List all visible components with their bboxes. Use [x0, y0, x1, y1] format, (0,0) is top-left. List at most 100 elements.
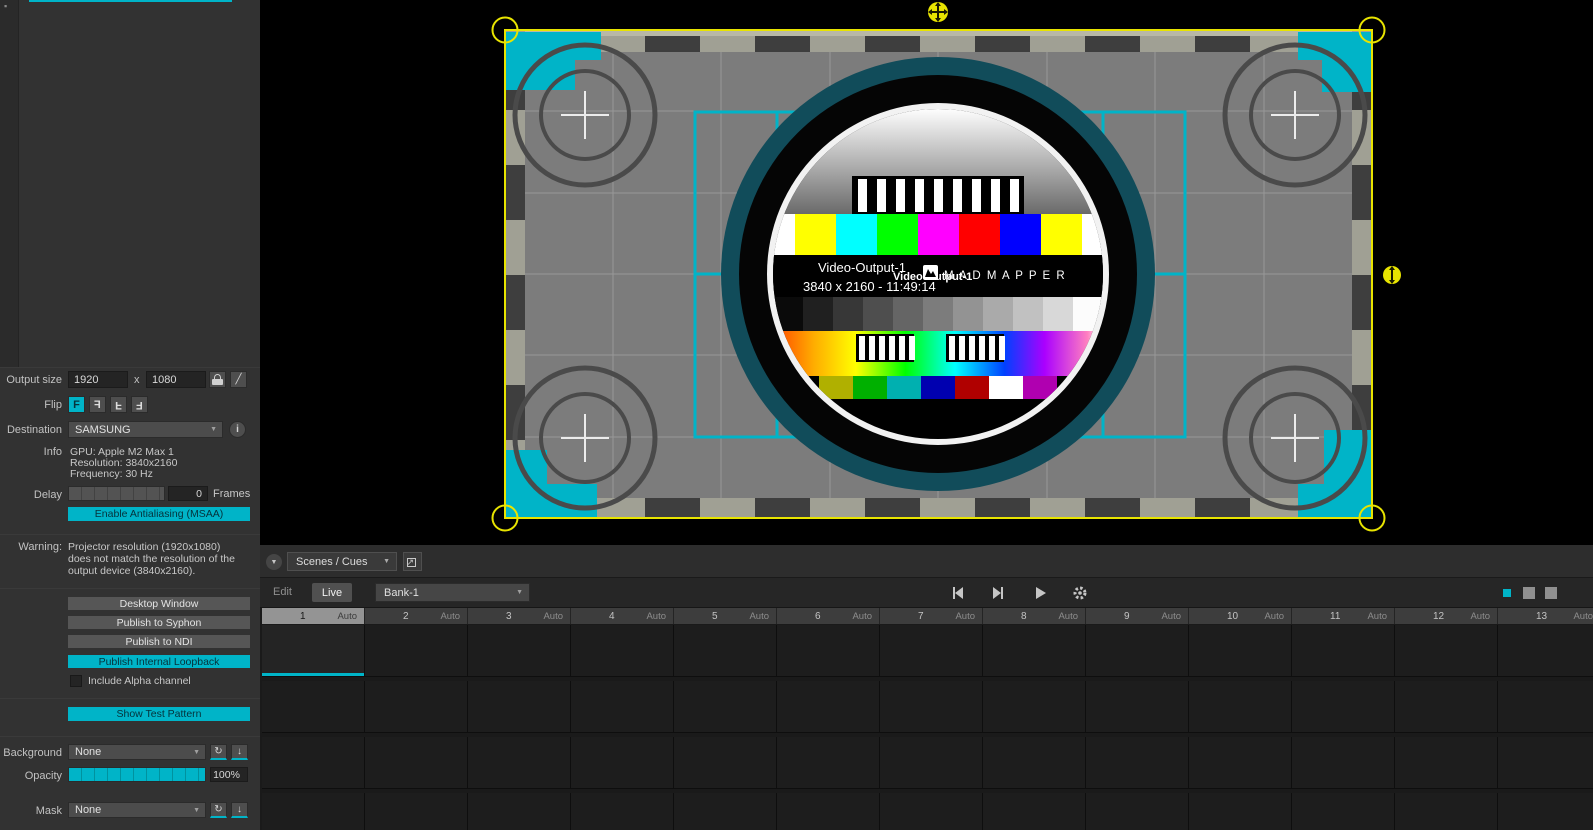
publish-ndi-button[interactable]: Publish to NDI	[68, 635, 250, 648]
cue-column-header[interactable]: 7Auto	[880, 608, 983, 624]
include-alpha-checkbox[interactable]	[70, 675, 82, 687]
mask-refresh-button[interactable]: ↻	[210, 802, 227, 818]
cue-cell[interactable]	[571, 625, 674, 677]
cue-column-header[interactable]: 8Auto	[983, 608, 1086, 624]
cue-cell[interactable]	[468, 625, 571, 677]
cue-cell[interactable]	[1292, 625, 1395, 677]
column-mode[interactable]: Auto	[1161, 611, 1181, 622]
cue-cell[interactable]	[571, 737, 674, 789]
background-refresh-button[interactable]: ↻	[210, 744, 227, 760]
cue-cell[interactable]	[1189, 625, 1292, 677]
background-dropdown[interactable]: None ▼	[68, 744, 206, 760]
cue-cell[interactable]	[1292, 681, 1395, 733]
view-mode-medium-button[interactable]	[1523, 587, 1535, 599]
cue-cell[interactable]	[1086, 681, 1189, 733]
cue-column-header[interactable]: 5Auto	[674, 608, 777, 624]
cue-cell[interactable]	[674, 681, 777, 733]
cue-cell[interactable]	[983, 625, 1086, 677]
cue-cell[interactable]	[1498, 737, 1593, 789]
cue-cell[interactable]	[674, 793, 777, 830]
collapse-panel-button[interactable]: ▼	[266, 554, 282, 570]
mask-dropdown[interactable]: None ▼	[68, 802, 206, 818]
cue-cell[interactable]	[777, 625, 880, 677]
cue-cell[interactable]	[983, 681, 1086, 733]
lock-aspect-button[interactable]	[209, 371, 226, 388]
view-mode-small-button[interactable]	[1503, 589, 1511, 597]
cue-cell[interactable]	[571, 793, 674, 830]
cue-cell[interactable]	[1292, 737, 1395, 789]
cue-cell[interactable]	[1498, 625, 1593, 677]
panel-scroll-indicator[interactable]	[29, 0, 232, 2]
scenes-cues-dropdown[interactable]: Scenes / Cues ▼	[287, 552, 397, 571]
cue-cell[interactable]	[262, 793, 365, 830]
skip-to-end-button[interactable]	[990, 585, 1006, 601]
background-load-button[interactable]: ↓	[231, 744, 248, 760]
cue-column-header[interactable]: 3Auto	[468, 608, 571, 624]
flip-horizontal-button[interactable]: F	[89, 396, 106, 413]
cue-cell[interactable]	[1086, 625, 1189, 677]
view-mode-large-button[interactable]	[1545, 587, 1557, 599]
cue-cell[interactable]	[1395, 625, 1498, 677]
skip-to-start-button[interactable]	[950, 585, 966, 601]
cue-column-header[interactable]: 13Auto	[1498, 608, 1593, 624]
opacity-slider[interactable]	[68, 767, 206, 782]
cue-column-header[interactable]: 6Auto	[777, 608, 880, 624]
cue-cell[interactable]	[365, 625, 468, 677]
column-mode[interactable]: Auto	[852, 611, 872, 622]
publish-loopback-button[interactable]: Publish Internal Loopback	[68, 655, 250, 668]
move-handle[interactable]	[928, 2, 948, 22]
cue-cell[interactable]	[1086, 793, 1189, 830]
desktop-window-button[interactable]: Desktop Window	[68, 597, 250, 610]
cue-cell[interactable]	[365, 793, 468, 830]
cue-column-header[interactable]: 4Auto	[571, 608, 674, 624]
column-mode[interactable]: Auto	[749, 611, 769, 622]
cue-column-header[interactable]: 12Auto	[1395, 608, 1498, 624]
column-mode[interactable]: Auto	[1264, 611, 1284, 622]
bank-dropdown[interactable]: Bank-1 ▼	[375, 583, 530, 602]
popout-window-button[interactable]: ↗	[403, 552, 422, 571]
cue-cell[interactable]	[468, 793, 571, 830]
cue-cell[interactable]	[365, 681, 468, 733]
publish-syphon-button[interactable]: Publish to Syphon	[68, 616, 250, 629]
projector-canvas[interactable]: Video-Output-1 3840 x 2160 - 11:49:14 Vi…	[260, 0, 1593, 545]
settings-gear-icon[interactable]	[1072, 585, 1088, 601]
flip-both-button[interactable]: F	[131, 396, 148, 413]
cue-cell[interactable]	[1395, 737, 1498, 789]
cue-cell[interactable]	[777, 681, 880, 733]
cue-column-header[interactable]: 9Auto	[1086, 608, 1189, 624]
column-mode[interactable]: Auto	[1573, 611, 1593, 622]
column-mode[interactable]: Auto	[955, 611, 975, 622]
enable-antialiasing-button[interactable]: Enable Antialiasing (MSAA)	[68, 507, 250, 521]
flip-none-button[interactable]: F	[68, 396, 85, 413]
cue-cell[interactable]	[468, 737, 571, 789]
output-width-input[interactable]	[68, 371, 128, 388]
cue-cell[interactable]	[880, 737, 983, 789]
column-mode[interactable]: Auto	[543, 611, 563, 622]
show-test-pattern-button[interactable]: Show Test Pattern	[68, 707, 250, 721]
column-mode[interactable]: Auto	[1367, 611, 1387, 622]
column-mode[interactable]: Auto	[1058, 611, 1078, 622]
cue-cell[interactable]	[468, 681, 571, 733]
column-mode[interactable]: Auto	[646, 611, 666, 622]
cue-column-header[interactable]: 11Auto	[1292, 608, 1395, 624]
column-mode[interactable]: Auto	[440, 611, 460, 622]
side-handle[interactable]	[1383, 266, 1401, 284]
cue-cell[interactable]	[262, 625, 365, 677]
delay-value[interactable]: 0	[168, 486, 208, 501]
flip-vertical-button[interactable]: F	[110, 396, 127, 413]
cue-cell[interactable]	[571, 681, 674, 733]
edit-mode-label[interactable]: Edit	[273, 586, 292, 598]
cue-cell[interactable]	[365, 737, 468, 789]
destination-info-button[interactable]: i	[229, 421, 246, 438]
cue-cell[interactable]	[1189, 681, 1292, 733]
cue-cell[interactable]	[983, 737, 1086, 789]
cue-cell[interactable]	[674, 737, 777, 789]
delay-slider[interactable]	[68, 486, 165, 501]
play-button[interactable]	[1032, 585, 1048, 601]
cue-cell[interactable]	[1395, 681, 1498, 733]
cue-cell[interactable]	[1498, 793, 1593, 830]
column-mode[interactable]: Auto	[1470, 611, 1490, 622]
cue-cell[interactable]	[1395, 793, 1498, 830]
mask-load-button[interactable]: ↓	[231, 802, 248, 818]
cue-column-header[interactable]: 10Auto	[1189, 608, 1292, 624]
